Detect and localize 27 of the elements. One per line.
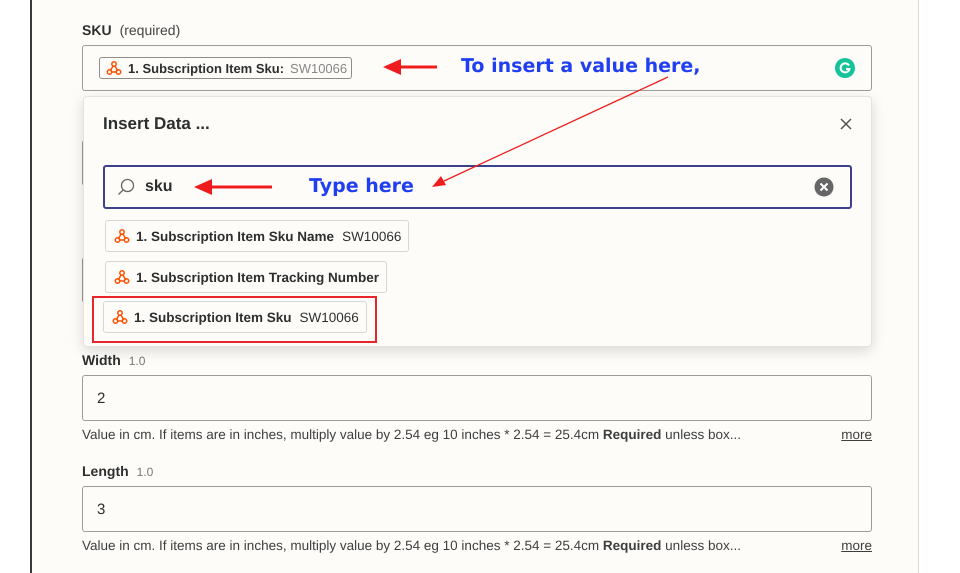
data-option[interactable]: 1. Subscription Item Tracking Number [105, 261, 388, 293]
annotation-text: To insert a value here, [461, 55, 700, 77]
data-option[interactable]: 1. Subscription Item Sku SW10066 [103, 301, 367, 333]
help-text: Value in cm. If items are in inches, multiply value by 2.54 eg 10 inches * 2.54 = 25.4cm Required unless box... [82, 538, 741, 553]
more-link[interactable]: more [841, 427, 872, 442]
version-note: 1.0 [136, 465, 154, 479]
field-label: Length [82, 463, 129, 479]
input-field[interactable]: 3 [82, 486, 872, 532]
field-label: SKU [82, 22, 112, 38]
search-icon [117, 178, 135, 196]
clear-icon[interactable] [814, 177, 834, 197]
more-link[interactable]: more [841, 538, 872, 553]
version-note: 1.0 [128, 354, 146, 368]
grammar-checker-icon[interactable] [835, 58, 855, 78]
help-text: Value in cm. If items are in inches, multiply value by 2.54 eg 10 inches * 2.54 = 25.4cm Required unless box... [82, 427, 741, 442]
popup-title: Insert Data ... [103, 114, 210, 134]
webhook-icon [106, 60, 122, 76]
required-note: (required) [120, 22, 180, 38]
data-option[interactable]: 1. Subscription Item Sku Name SW10066 [105, 220, 410, 252]
webhook-icon [112, 309, 128, 325]
input-field[interactable]: 2 [82, 375, 872, 421]
data-token[interactable]: 1. Subscription Item Sku: SW10066 [99, 57, 352, 79]
annotation-text: Type here [309, 175, 414, 197]
close-icon[interactable] [840, 118, 852, 130]
field-label: Width [82, 352, 121, 368]
webhook-icon [114, 269, 130, 285]
webhook-icon [114, 228, 130, 244]
